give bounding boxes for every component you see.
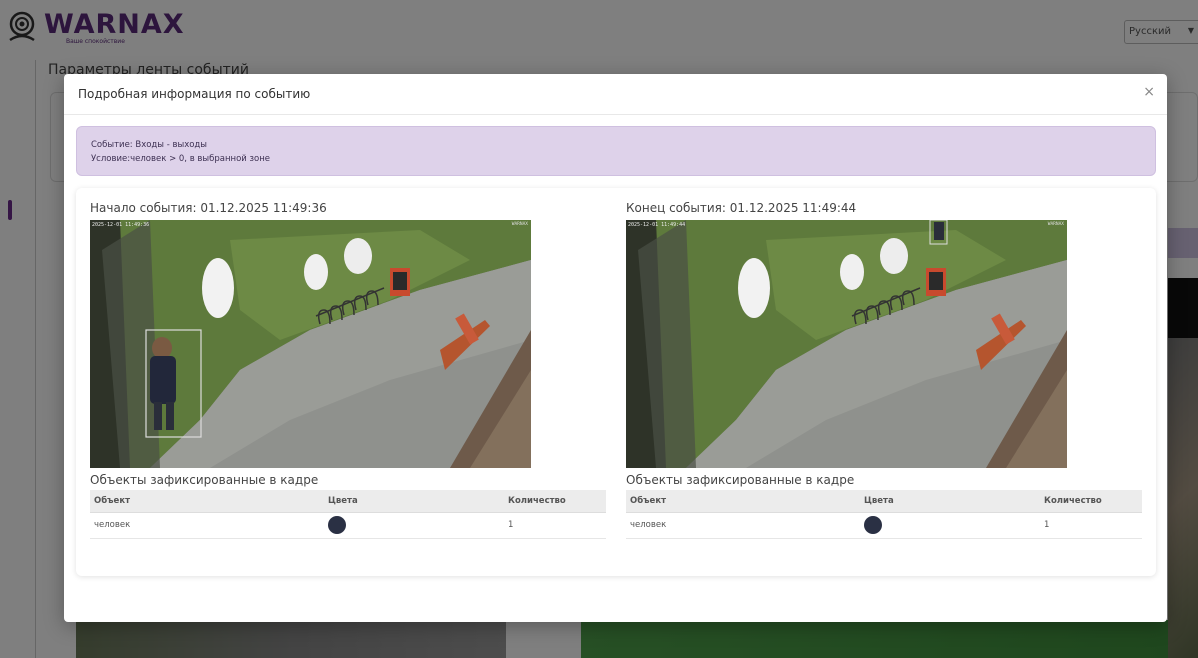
- modal-title: Подробная информация по событию: [78, 87, 311, 101]
- objects-title: Объекты зафиксированные в кадре: [90, 473, 319, 487]
- event-start-snapshot[interactable]: 2025-12-01 11:49:36 WARNAX: [90, 220, 531, 468]
- event-start-title: Начало события: 01.12.2025 11:49:36: [90, 201, 327, 215]
- event-type-text: Событие: Входы - выходы: [91, 140, 208, 150]
- event-frames-card: Начало события: 01.12.2025 11:49:36 2025…: [76, 188, 1156, 576]
- column-header-colors: Цвета: [324, 490, 504, 513]
- table-header-row: Объект Цвета Количество: [626, 490, 1142, 513]
- column-header-object: Объект: [90, 490, 324, 513]
- table-row: человек 1: [626, 512, 1142, 539]
- event-start-panel: Начало события: 01.12.2025 11:49:36 2025…: [90, 200, 610, 539]
- color-swatch: [864, 516, 882, 534]
- column-header-count: Количество: [504, 490, 606, 513]
- color-cell: [860, 512, 1040, 539]
- table-row: человек 1: [90, 512, 606, 539]
- event-end-title: Конец события: 01.12.2025 11:49:44: [626, 201, 857, 215]
- modal-header: Подробная информация по событию ×: [64, 74, 1167, 115]
- objects-title: Объекты зафиксированные в кадре: [626, 473, 855, 487]
- table-header-row: Объект Цвета Количество: [90, 490, 606, 513]
- object-type-cell: человек: [90, 512, 324, 539]
- column-header-colors: Цвета: [860, 490, 1040, 513]
- camera-watermark: WARNAX: [511, 222, 528, 227]
- color-swatch: [328, 516, 346, 534]
- event-details-modal: Подробная информация по событию × Событи…: [64, 74, 1167, 622]
- column-header-object: Объект: [626, 490, 860, 513]
- event-end-snapshot[interactable]: 2025-12-01 11:49:44 WARNAX: [626, 220, 1067, 468]
- close-icon[interactable]: ×: [1143, 84, 1155, 100]
- object-type-cell: человек: [626, 512, 860, 539]
- column-header-count: Количество: [1040, 490, 1142, 513]
- color-cell: [324, 512, 504, 539]
- objects-table: Объект Цвета Количество человек 1: [90, 490, 606, 539]
- event-condition-text: Условие:человек > 0, в выбранной зоне: [91, 154, 271, 164]
- camera-timestamp: 2025-12-01 11:49:36: [92, 222, 150, 228]
- camera-timestamp: 2025-12-01 11:49:44: [628, 222, 686, 228]
- count-cell: 1: [504, 512, 606, 539]
- camera-watermark: WARNAX: [1047, 222, 1064, 227]
- objects-table: Объект Цвета Количество человек 1: [626, 490, 1142, 539]
- count-cell: 1: [1040, 512, 1142, 539]
- event-end-panel: Конец события: 01.12.2025 11:49:44 2025-…: [626, 200, 1142, 539]
- event-info-alert: Событие: Входы - выходы Условие:человек …: [76, 126, 1156, 176]
